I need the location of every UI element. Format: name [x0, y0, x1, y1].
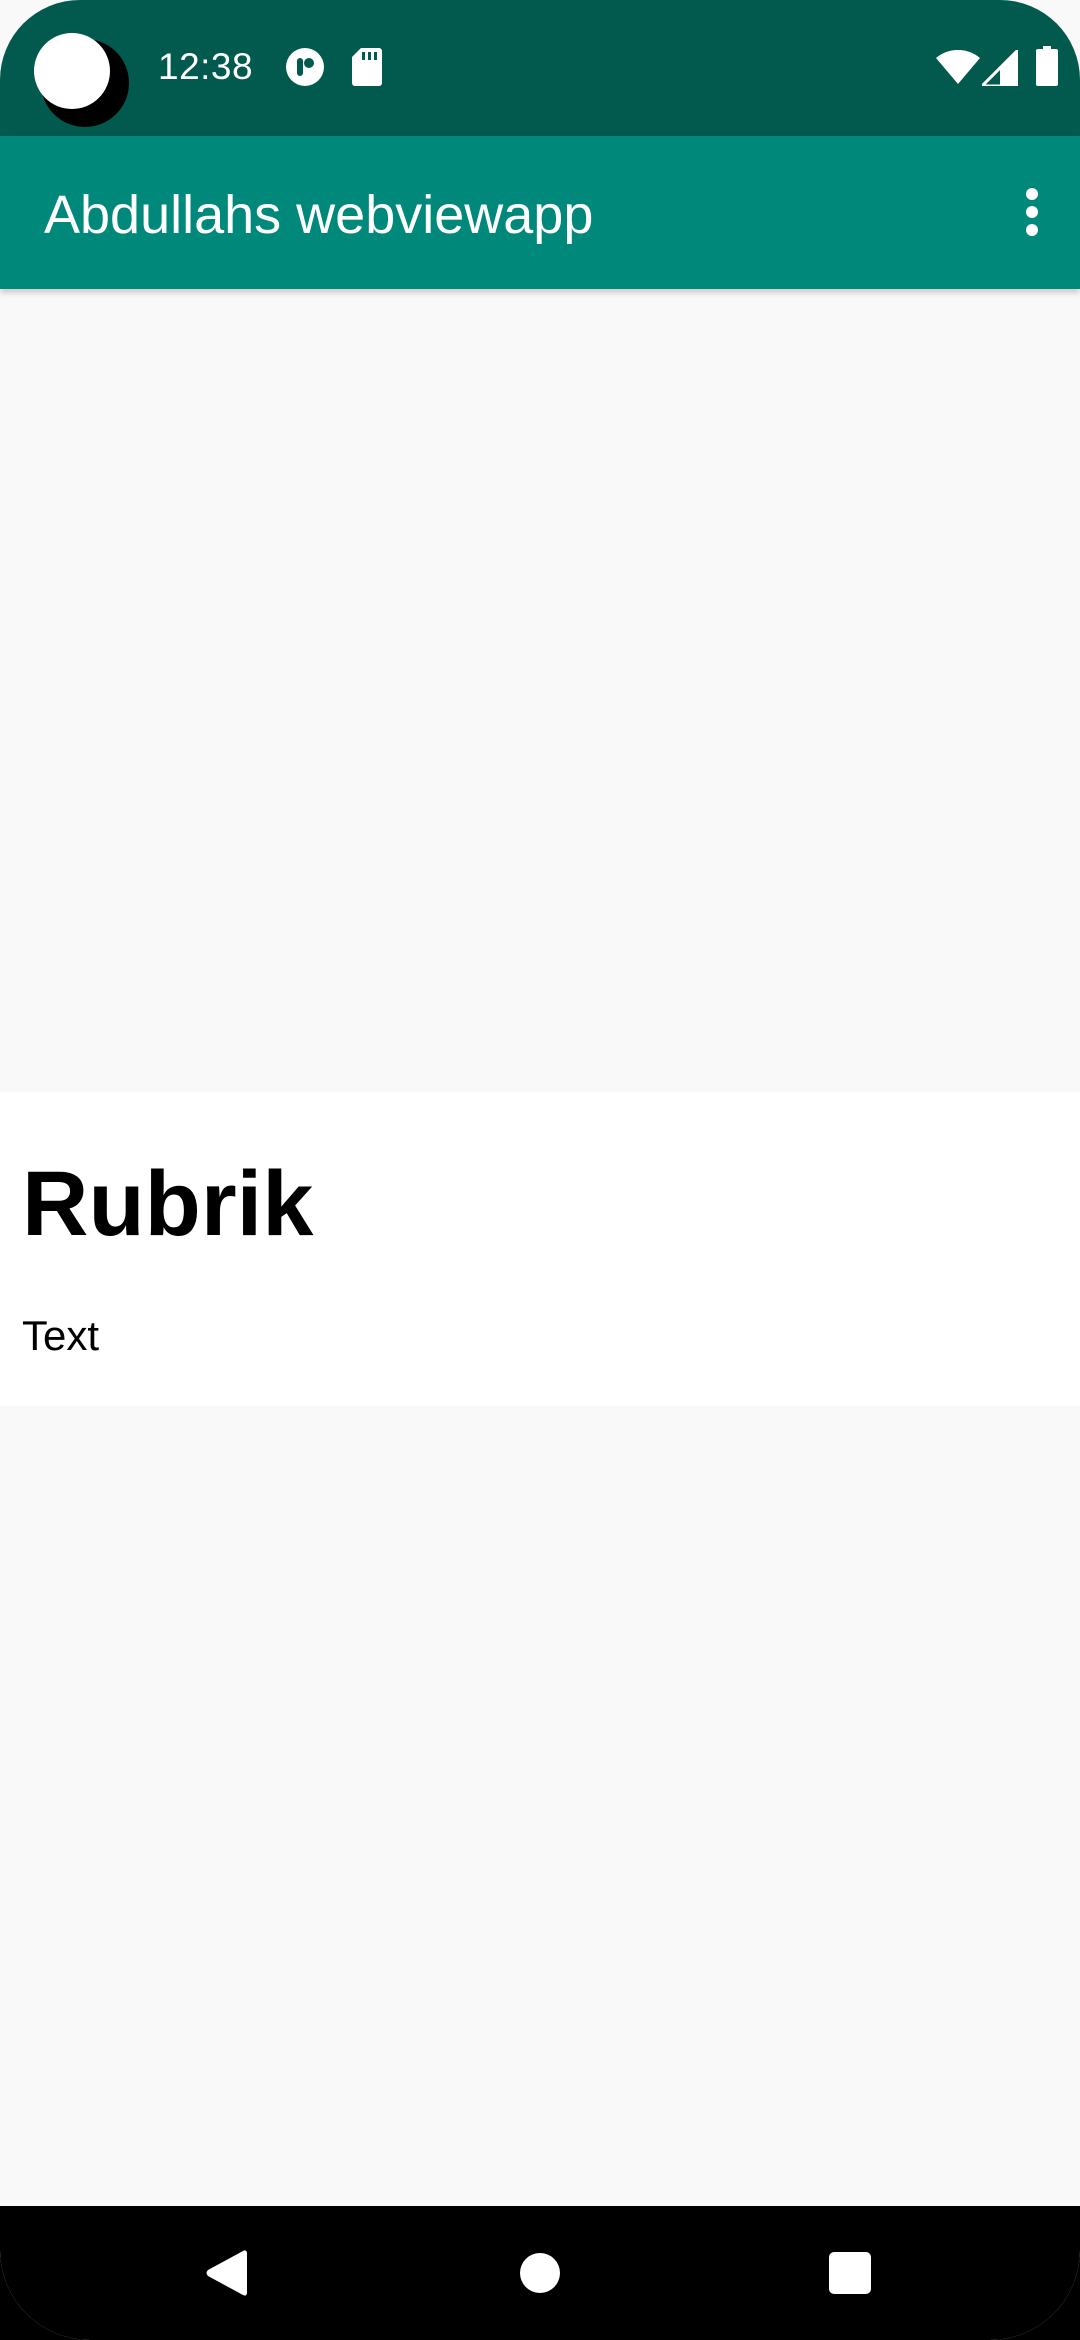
back-button[interactable] — [146, 2206, 306, 2340]
camera-cutout — [34, 33, 110, 109]
recents-icon — [829, 2252, 871, 2294]
home-button[interactable] — [460, 2206, 620, 2340]
sd-card-icon — [352, 48, 382, 86]
navigation-bar — [0, 2206, 1080, 2340]
recents-button[interactable] — [770, 2206, 930, 2340]
phone-screen: 12:38 Abdullahs webviewapp Rubrik Text — [0, 0, 1080, 2340]
cellular-signal-icon — [982, 50, 1018, 86]
home-icon — [520, 2253, 560, 2293]
page-text: Text — [22, 1312, 100, 1359]
wifi-icon — [936, 50, 980, 84]
page-heading: Rubrik — [22, 1153, 314, 1255]
app-title: Abdullahs webviewapp — [44, 185, 594, 245]
back-icon — [206, 2250, 247, 2296]
app-bar: Abdullahs webviewapp — [0, 136, 1080, 289]
webview-content: Rubrik Text — [0, 1092, 1080, 1406]
app-notification-icon — [286, 48, 324, 86]
status-time: 12:38 — [158, 46, 254, 87]
status-bar: 12:38 — [0, 0, 1080, 136]
battery-icon — [1036, 46, 1058, 86]
overflow-menu-icon[interactable] — [1002, 172, 1062, 252]
